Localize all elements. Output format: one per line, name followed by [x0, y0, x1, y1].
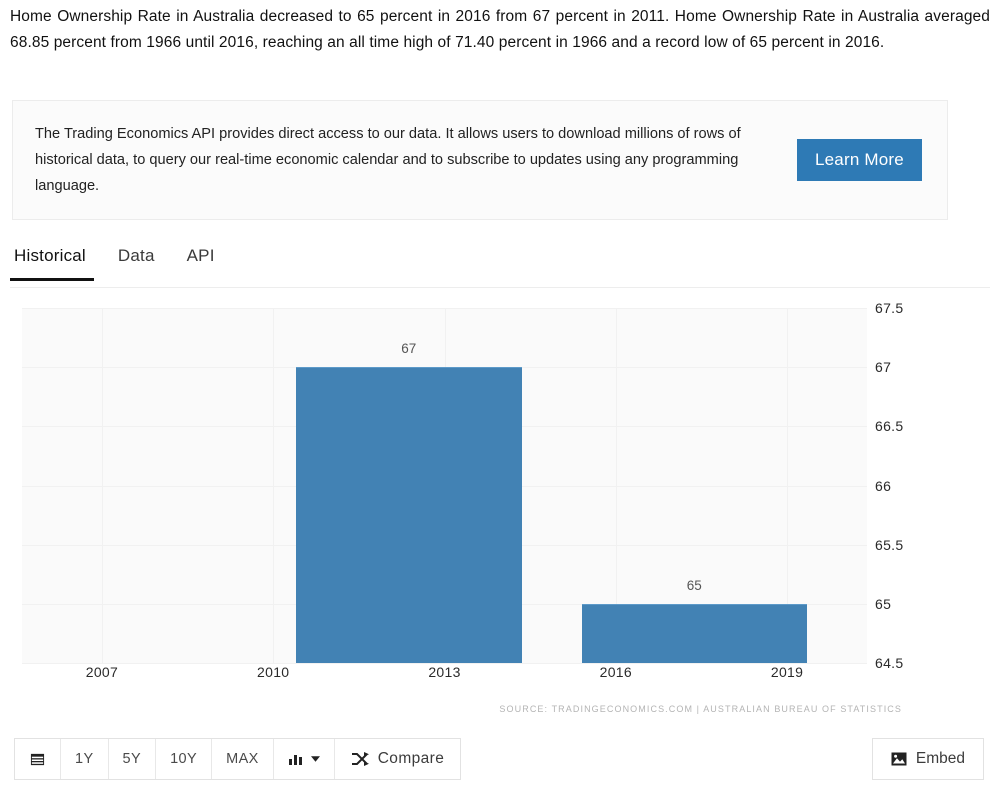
- chevron-down-icon: [310, 756, 320, 762]
- y-axis-tick-label: 67: [875, 359, 892, 376]
- range-button-1y[interactable]: 1Y: [61, 739, 109, 779]
- intro-paragraph: Home Ownership Rate in Australia decreas…: [10, 8, 990, 51]
- x-axis-tick-label: 2016: [599, 664, 632, 680]
- y-axis-tick-label: 64.5: [875, 655, 904, 671]
- y-axis-tick-label: 65.5: [875, 536, 904, 553]
- tab-historical[interactable]: Historical: [10, 246, 102, 281]
- compare-button[interactable]: Compare: [334, 739, 461, 779]
- tab-data[interactable]: Data: [102, 246, 171, 280]
- range-button-5y[interactable]: 5Y: [108, 739, 157, 779]
- y-axis-tick-label: 66.5: [875, 418, 904, 435]
- chart-bar-value-label: 65: [686, 577, 702, 593]
- calendar-icon: [30, 752, 45, 767]
- image-icon: [891, 752, 907, 766]
- chart-bar-value-label: 67: [401, 341, 417, 357]
- shuffle-icon: [351, 752, 369, 766]
- embed-button[interactable]: Embed: [871, 738, 984, 780]
- chart-x-axis: 2007 2010 2013 2016 2019: [22, 664, 867, 688]
- calendar-button[interactable]: [15, 739, 61, 779]
- x-axis-tick-label: 2010: [257, 664, 290, 680]
- x-axis-tick-label: 2013: [428, 664, 461, 680]
- embed-label: Embed: [915, 750, 965, 767]
- chart-y-axis: 67.5 67 66.5 66 65.5 65 64.5: [875, 300, 985, 671]
- tab-api[interactable]: API: [171, 246, 231, 280]
- chart-type-dropdown[interactable]: [273, 739, 335, 779]
- chart-bar[interactable]: [296, 367, 522, 663]
- range-button-10y[interactable]: 10Y: [156, 739, 213, 779]
- learn-more-button[interactable]: Learn More: [797, 139, 922, 181]
- api-promo-banner: The Trading Economics API provides direc…: [12, 100, 948, 220]
- api-promo-text: The Trading Economics API provides direc…: [35, 126, 741, 194]
- range-button-max[interactable]: MAX: [212, 739, 274, 779]
- tab-bar: Historical Data API: [10, 246, 990, 288]
- y-axis-tick-label: 67.5: [875, 300, 904, 316]
- chart-gridline-vertical: [101, 308, 103, 663]
- y-axis-tick-label: 66: [875, 477, 892, 494]
- compare-label: Compare: [377, 750, 445, 767]
- range-button-group: 1Y 5Y 10Y MAX Compare: [14, 738, 462, 780]
- chart-gridline-vertical: [273, 308, 275, 663]
- y-axis-tick-label: 65: [875, 595, 892, 612]
- chart-toolbar: 1Y 5Y 10Y MAX Compare Embed: [0, 734, 1000, 802]
- x-axis-tick-label: 2019: [770, 664, 804, 680]
- x-axis-tick-label: 2007: [85, 664, 119, 680]
- chart-container[interactable]: 67 65 67.5 67 66.5 66 65.5 65 64.5 2007 2010 2013…: [0, 300, 1000, 730]
- chart-source-caption: SOURCE: TRADINGECONOMICS.COM | AUSTRALIA…: [499, 704, 902, 714]
- bar-chart-icon: [288, 752, 304, 766]
- chart-bar[interactable]: [581, 603, 808, 663]
- chart-plot-area[interactable]: 67 65: [22, 308, 867, 664]
